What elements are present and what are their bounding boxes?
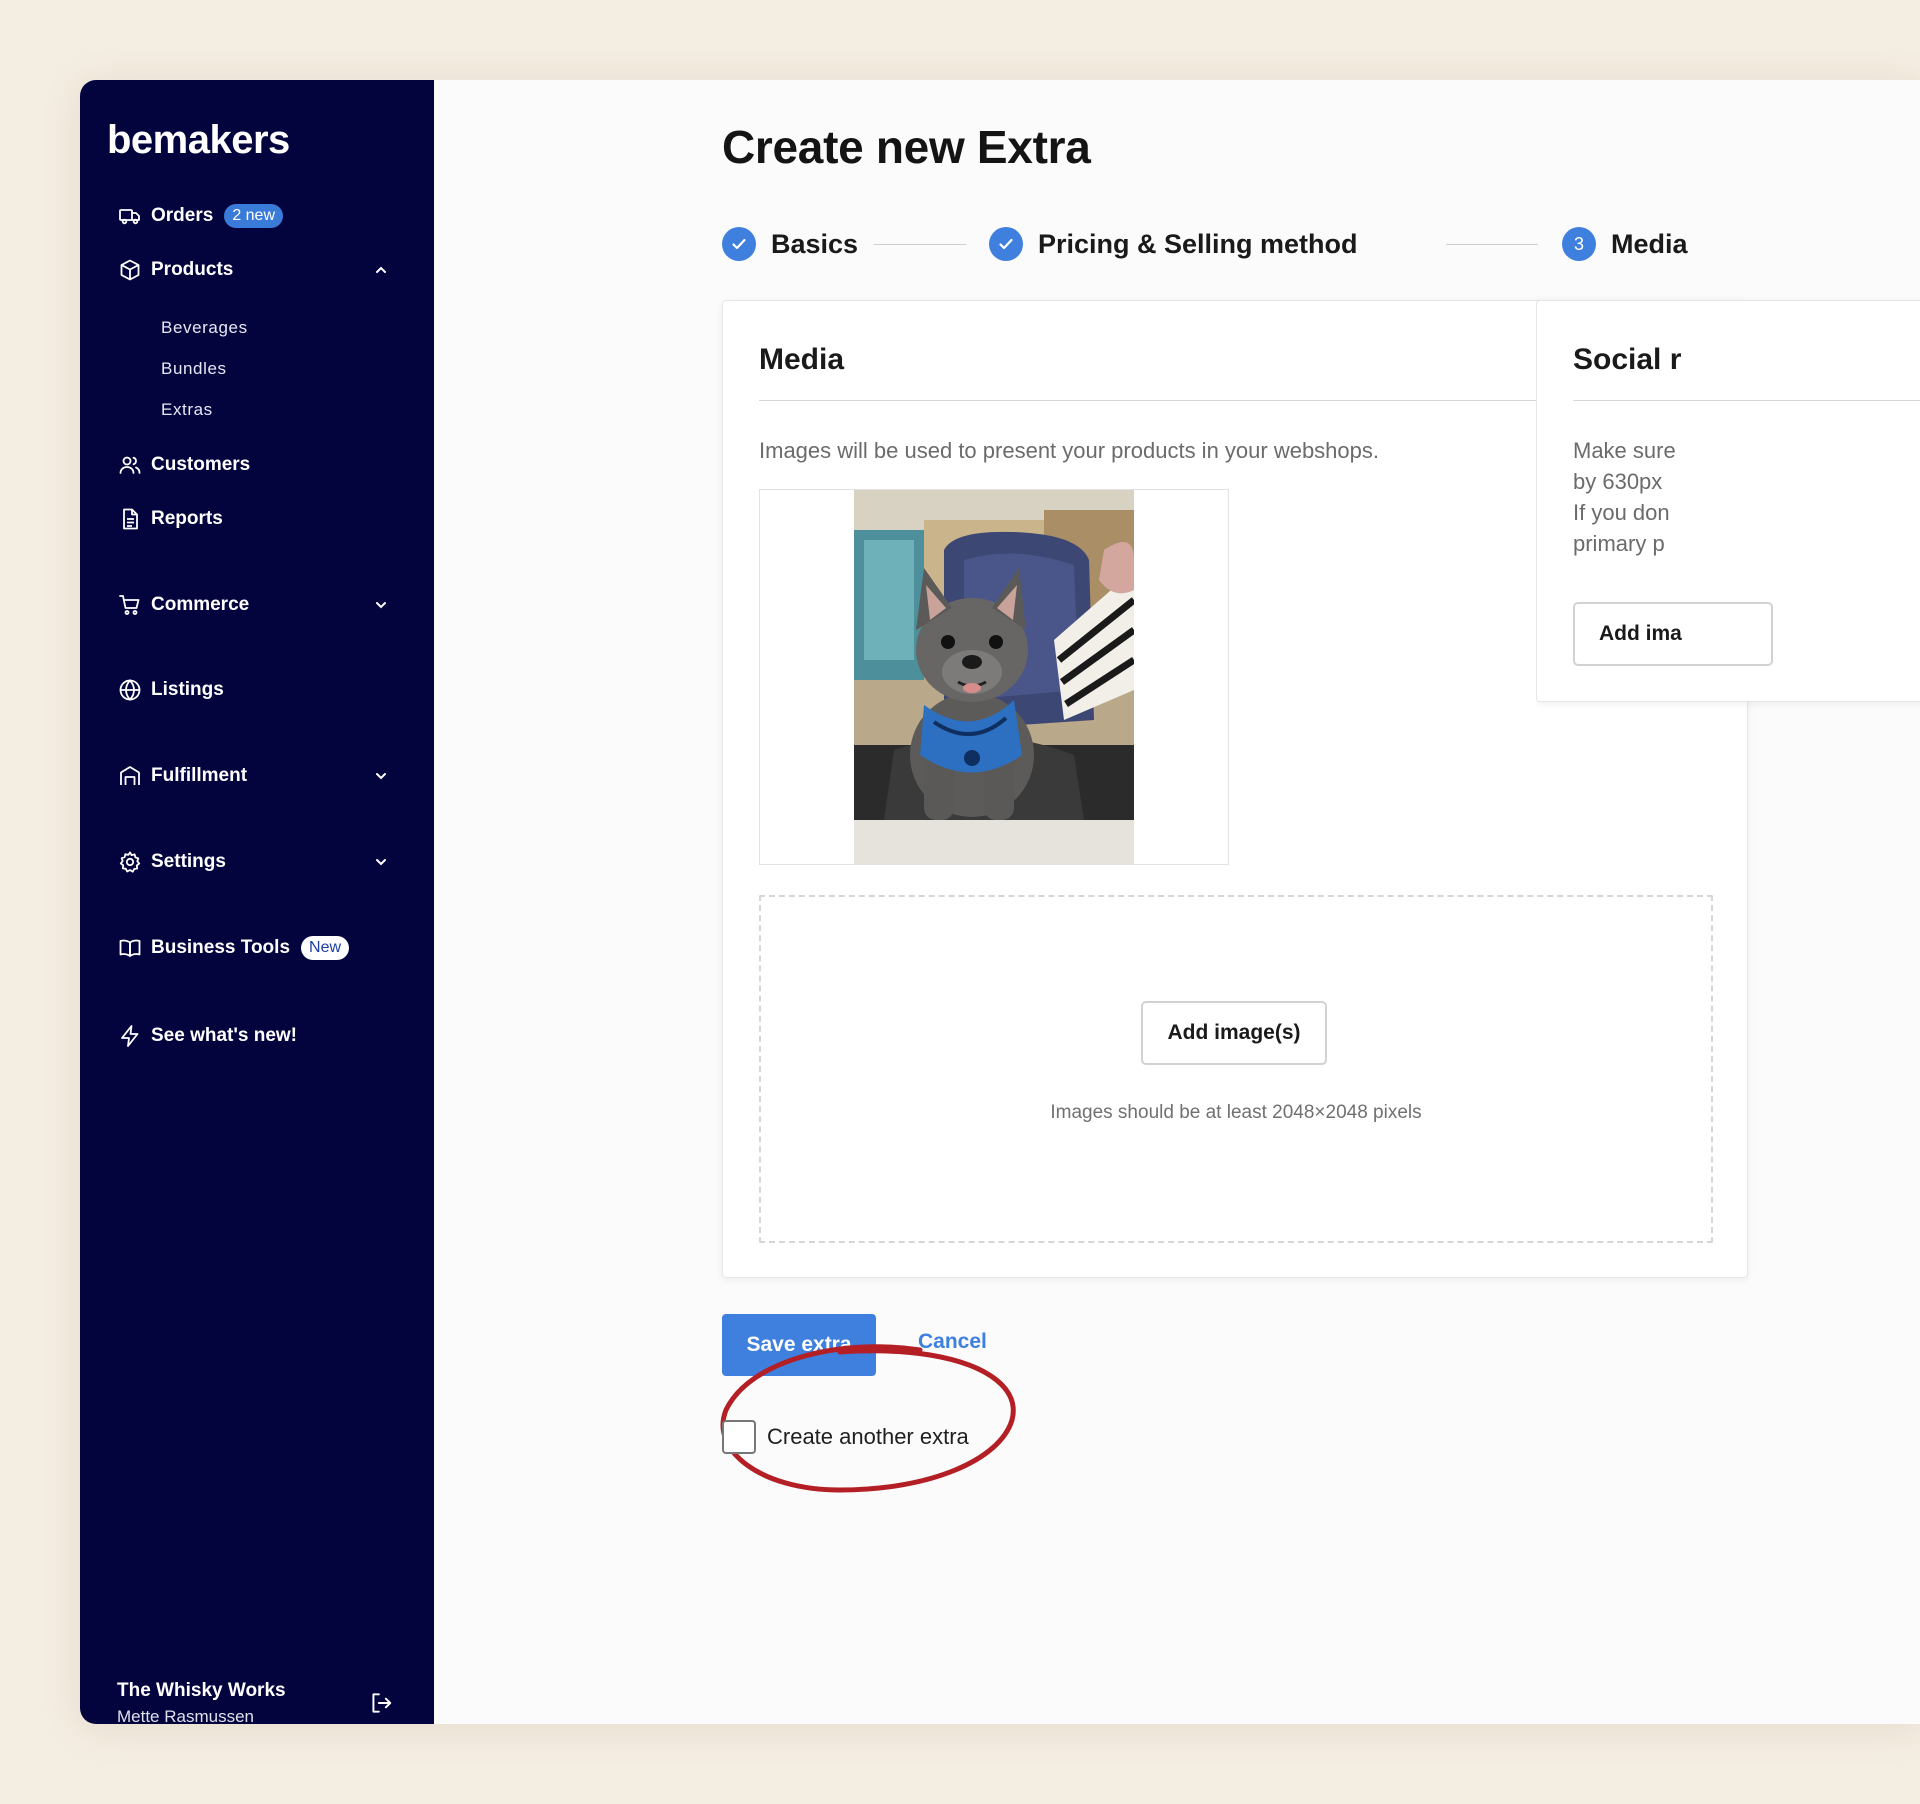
page-title: Create new Extra (722, 121, 1091, 173)
step-pricing-selling[interactable]: Pricing & Selling method (989, 224, 1358, 264)
user-name: Mette Rasmussen (117, 1707, 254, 1724)
sidebar-item-commerce[interactable]: Commerce (118, 587, 249, 623)
sidebar-item-label: Business Tools (151, 937, 291, 958)
social-card-viewport: Social r Make sure by 630px If you don p… (1536, 80, 1920, 1724)
warehouse-icon (120, 766, 140, 785)
sidebar-item-label: Customers (151, 454, 251, 475)
document-icon (123, 508, 138, 530)
sidebar-item-customers[interactable]: Customers (118, 447, 250, 483)
app-window: bemakers Orders 2 new Products Beverages… (80, 80, 1920, 1724)
gear-icon (119, 851, 141, 873)
step-connector (1446, 244, 1538, 245)
sidebar-item-label: Settings (151, 851, 226, 872)
sidebar-item-settings[interactable]: Settings (118, 844, 226, 880)
lightning-icon (121, 1025, 139, 1047)
orders-new-badge: 2 new (224, 204, 284, 228)
cancel-link[interactable]: Cancel (918, 1330, 987, 1354)
checkmark-icon (722, 227, 756, 261)
media-description: Images will be used to present your prod… (759, 438, 1379, 463)
users-icon (119, 456, 141, 474)
sidebar-item-label: Commerce (151, 594, 250, 615)
book-icon (119, 939, 141, 957)
sidebar-item-label: Orders (151, 205, 214, 226)
globe-icon (119, 679, 141, 701)
sidebar-item-business-tools[interactable]: Business Tools New (118, 930, 350, 966)
chevron-down-icon[interactable] (370, 765, 392, 787)
social-line: Make sure (1573, 438, 1676, 463)
sidebar-subitem-extras[interactable]: Extras (161, 400, 213, 420)
chevron-down-icon[interactable] (370, 594, 392, 616)
sidebar-subitem-beverages[interactable]: Beverages (161, 318, 248, 338)
step-connector (874, 244, 966, 245)
sidebar-item-orders[interactable]: Orders 2 new (118, 198, 284, 234)
step-label: Pricing & Selling method (1038, 228, 1358, 259)
sidebar-item-listings[interactable]: Listings (118, 672, 224, 708)
add-images-button[interactable]: Add image(s) (1141, 1001, 1327, 1065)
sidebar-item-label: Products (151, 259, 234, 280)
sidebar-item-fulfillment[interactable]: Fulfillment (118, 758, 247, 794)
sidebar-subitem-bundles[interactable]: Bundles (161, 359, 227, 379)
sidebar-item-label: Listings (151, 679, 224, 700)
checkmark-icon (989, 227, 1023, 261)
company-name: The Whisky Works (117, 1680, 286, 1701)
add-social-image-button[interactable]: Add ima (1573, 602, 1773, 666)
uploaded-image-tile[interactable] (759, 489, 1229, 865)
create-another-label: Create another extra (767, 1424, 969, 1449)
save-extra-button[interactable]: Save extra (722, 1314, 876, 1376)
sidebar-item-label: Reports (151, 508, 223, 529)
sidebar: bemakers Orders 2 new Products Beverages… (80, 80, 434, 1724)
bemakers-logo[interactable]: bemakers (107, 118, 290, 163)
chevron-up-icon[interactable] (370, 259, 392, 281)
card-divider (1573, 400, 1920, 401)
box-icon (120, 259, 140, 281)
social-line: primary p (1573, 531, 1665, 556)
business-tools-new-badge: New (301, 936, 350, 960)
step-label: Basics (771, 228, 859, 259)
chevron-down-icon[interactable] (370, 851, 392, 873)
step-basics[interactable]: Basics (722, 224, 858, 264)
social-line: If you don (1573, 500, 1670, 525)
sidebar-item-whats-new[interactable]: See what's new! (118, 1018, 297, 1054)
cart-icon (119, 595, 140, 615)
social-card: Social r Make sure by 630px If you don p… (1536, 300, 1920, 702)
social-card-title: Social r (1573, 343, 1682, 376)
create-another-checkbox[interactable] (722, 1420, 756, 1454)
sidebar-item-label: Fulfillment (151, 765, 248, 786)
truck-icon (119, 209, 140, 225)
sidebar-item-products[interactable]: Products (118, 252, 233, 288)
media-card-title: Media (759, 343, 845, 376)
sidebar-item-reports[interactable]: Reports (118, 501, 223, 537)
sidebar-item-label: See what's new! (151, 1025, 298, 1046)
uploaded-image[interactable] (854, 490, 1134, 864)
logout-icon[interactable] (368, 1690, 396, 1718)
social-line: by 630px (1573, 469, 1663, 494)
